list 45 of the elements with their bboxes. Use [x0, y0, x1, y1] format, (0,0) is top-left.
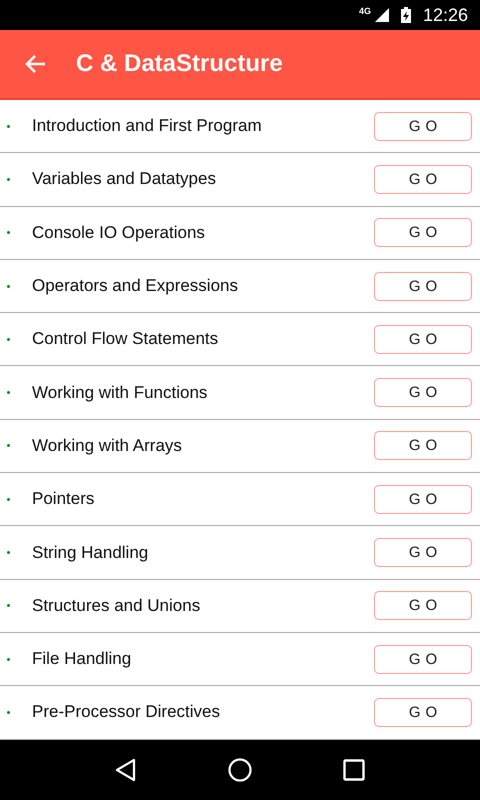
go-button[interactable]: GO — [374, 218, 472, 248]
bullet-icon — [7, 498, 10, 501]
signal-icon — [374, 8, 389, 22]
bullet-icon — [7, 178, 10, 181]
bullet-icon — [7, 551, 10, 554]
bullet-icon — [7, 391, 10, 394]
topic-title: Console IO Operations — [32, 222, 206, 243]
go-button[interactable]: GO — [374, 431, 472, 460]
go-button[interactable]: GO — [374, 324, 472, 354]
topic-title: Control Flow Statements — [32, 329, 220, 350]
bullet-icon — [7, 444, 10, 448]
bullet-icon — [7, 658, 10, 661]
network-type-label: 4G — [358, 6, 371, 16]
go-button[interactable]: GO — [374, 698, 472, 727]
bullet-icon — [7, 710, 10, 714]
go-button[interactable]: GO — [374, 272, 472, 301]
topic-title: Working with Functions — [32, 382, 208, 403]
recent-apps-icon[interactable] — [342, 759, 365, 781]
back-arrow-icon[interactable] — [24, 54, 46, 74]
topic-title: Pointers — [32, 489, 96, 510]
app-title: C & DataStructure — [76, 50, 283, 78]
bullet-icon — [7, 284, 10, 288]
bullet-icon — [7, 124, 10, 128]
home-icon[interactable] — [228, 758, 252, 782]
topic-title: File Handling — [32, 649, 132, 670]
back-icon[interactable] — [115, 758, 138, 782]
clock-time: 12:26 — [422, 4, 468, 26]
go-button[interactable]: GO — [374, 591, 472, 620]
go-button[interactable]: GO — [374, 484, 472, 514]
bullet-icon — [7, 604, 10, 608]
topic-title: Introduction and First Program — [32, 116, 263, 136]
topic-title: Pre-Processor Directives — [32, 702, 221, 722]
go-button[interactable]: GO — [374, 378, 472, 408]
topic-title: Working with Arrays — [32, 436, 183, 456]
battery-icon — [400, 7, 411, 23]
go-button[interactable]: GO — [374, 164, 472, 194]
topic-title: String Handling — [32, 542, 150, 563]
topic-title: Variables and Datatypes — [32, 169, 217, 190]
go-button[interactable]: GO — [374, 538, 472, 568]
go-button[interactable]: GO — [374, 112, 472, 141]
topic-title: Structures and Unions — [32, 596, 202, 616]
topic-title: Operators and Expressions — [32, 276, 239, 296]
bullet-icon — [7, 338, 10, 341]
go-button[interactable]: GO — [374, 644, 472, 674]
bullet-icon — [7, 231, 10, 234]
